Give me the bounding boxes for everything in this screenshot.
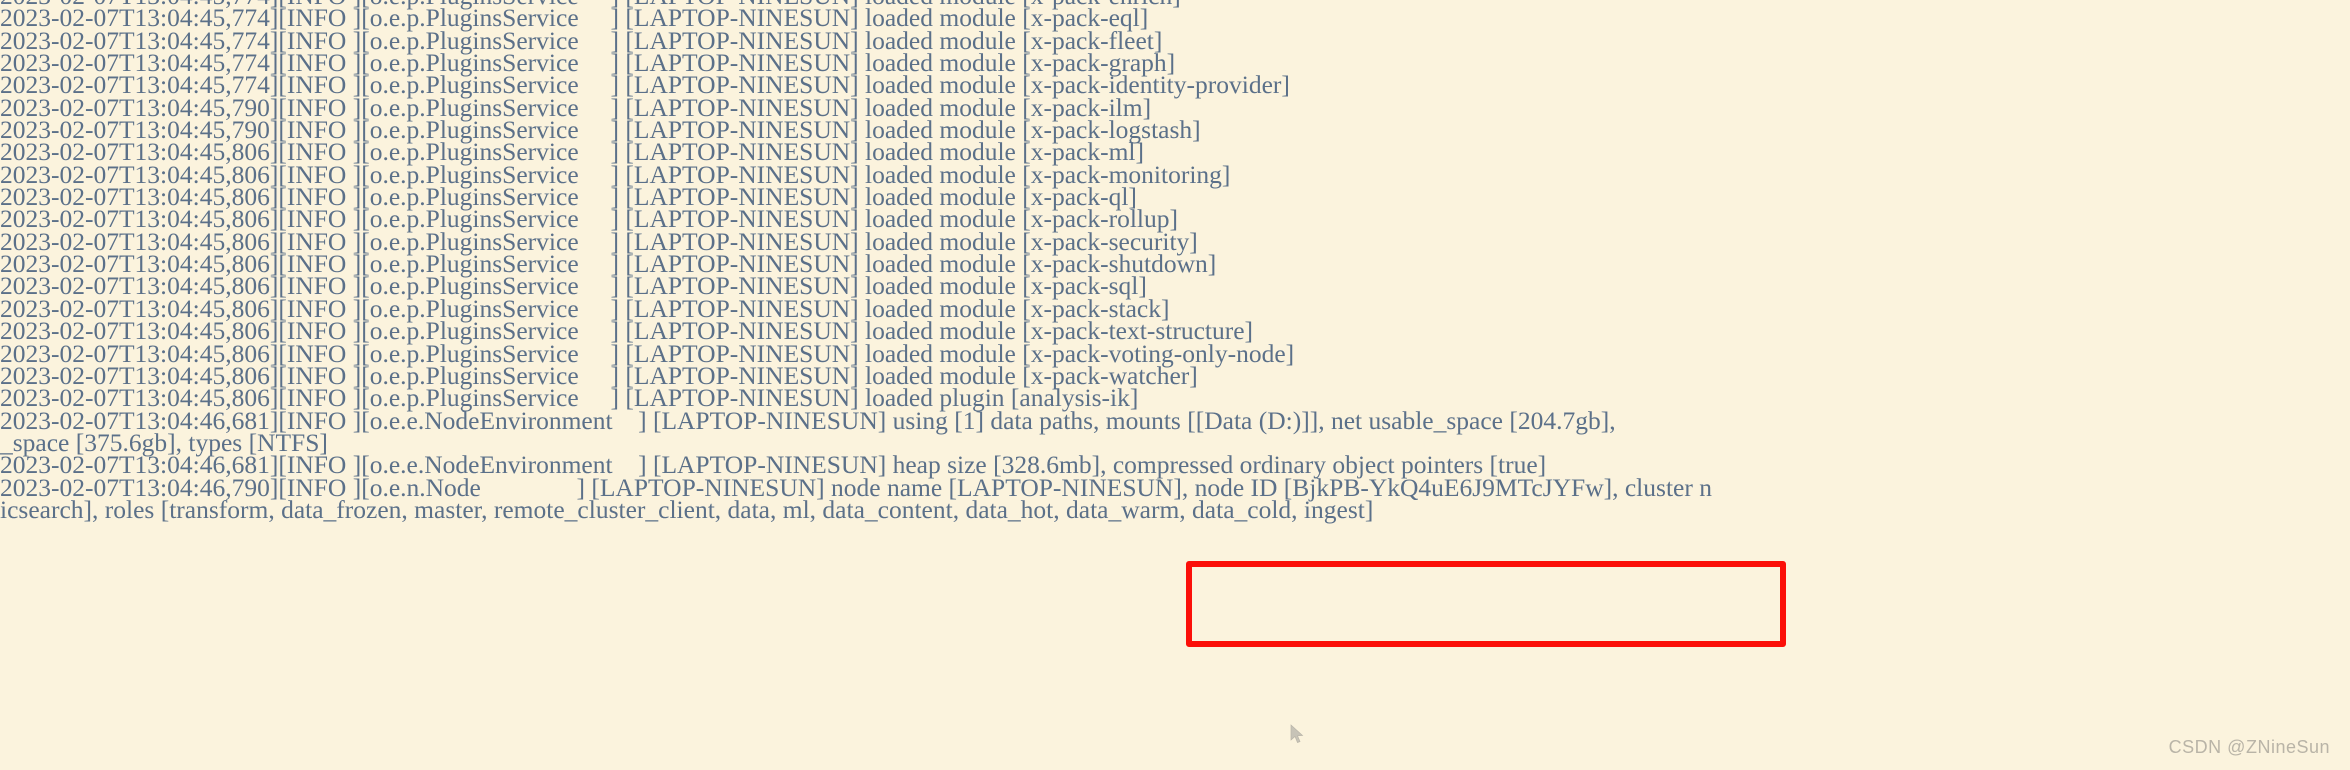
- red-annotation-rectangle: [1186, 561, 1786, 647]
- log-line: icsearch], roles [transform, data_frozen…: [0, 494, 1374, 524]
- log-output-text[interactable]: 2023-02-07T13:04:45,774][INFO ][o.e.p.Pl…: [0, 0, 2350, 524]
- console-log-window: 2023-02-07T13:04:45,774][INFO ][o.e.p.Pl…: [0, 0, 2350, 770]
- csdn-watermark: CSDN @ZNineSun: [2168, 737, 2330, 757]
- log-line: 2023-02-07T13:04:46,681][INFO ][o.e.e.No…: [0, 405, 1616, 435]
- mouse-cursor-icon: [1290, 724, 1304, 744]
